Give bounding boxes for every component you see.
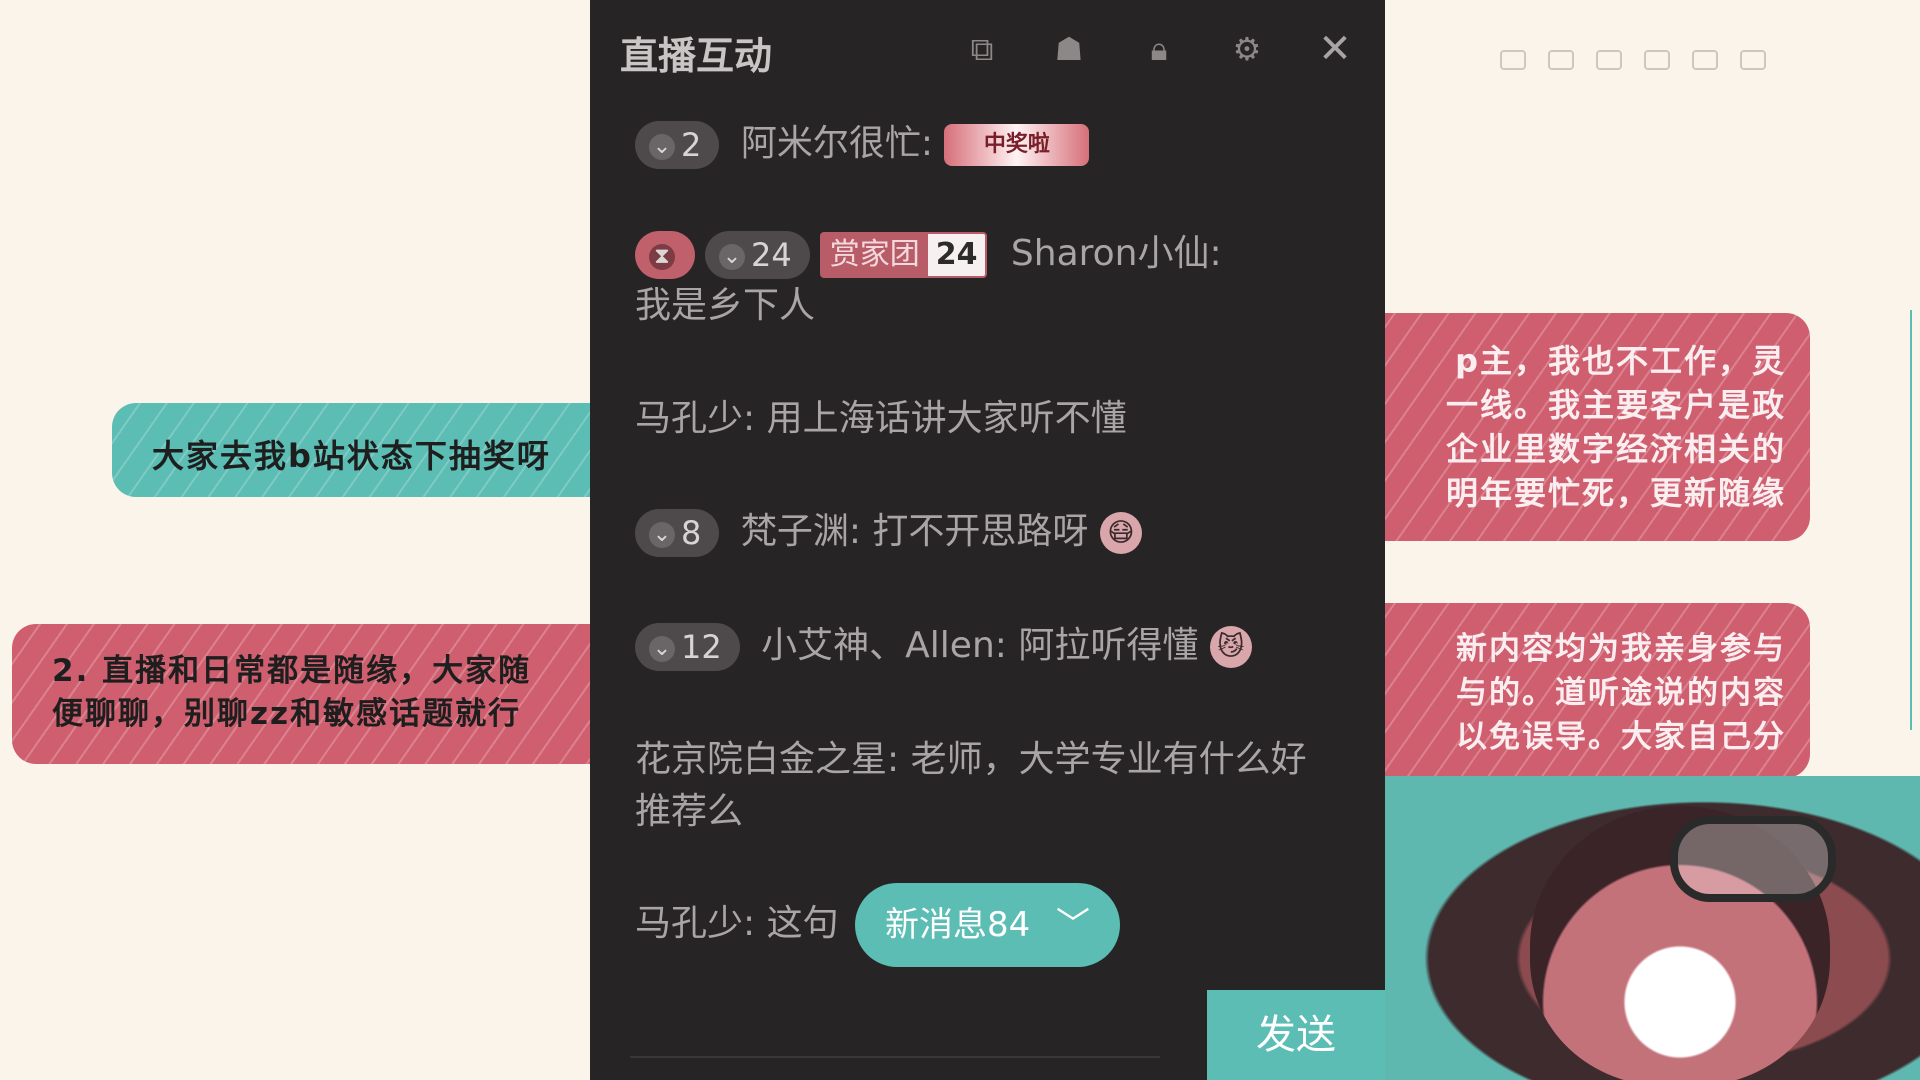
popout-icon[interactable]: ⧉ <box>965 32 999 66</box>
username[interactable]: 梵子渊: <box>741 511 861 552</box>
message-text: 我是乡下人 <box>635 285 816 326</box>
message-text: 打不开思路呀 <box>872 511 1089 552</box>
goggles-shape <box>1670 816 1836 902</box>
chevron-down-icon: ⌄ <box>649 134 675 160</box>
chevron-down-icon: ⌄ <box>649 636 675 662</box>
send-button[interactable]: 发送 <box>1207 990 1385 1080</box>
note-text: 2. 直播和日常都是随缘，大家随 <box>52 653 532 689</box>
settings-icon[interactable]: ⚙ <box>1230 32 1264 66</box>
chat-title: 直播互动 <box>620 34 773 78</box>
note-text: 明年要忙死，更新随缘 <box>1445 474 1786 512</box>
faint-icon <box>1740 50 1766 70</box>
username[interactable]: 花京院白金之星: <box>635 739 899 780</box>
message-text: 阿拉听得懂 <box>1018 625 1199 666</box>
faint-toolbar <box>1500 40 1880 80</box>
new-messages-label: 新消息84 <box>885 905 1031 945</box>
chat-message: ⌄ 8 梵子渊: 打不开思路呀 😷 <box>635 506 1142 558</box>
chat-message: ⧗ ⌄ 24 赏家团 24 Sharon小仙: 我是乡下人 <box>635 228 1335 332</box>
note-text: p主，我也不工作，灵 <box>1455 342 1786 380</box>
note-lottery: 大家去我b站状态下抽奖呀 <box>112 403 632 497</box>
user-level-badge: ⌄ 8 <box>635 509 720 557</box>
cat-face-emoji-icon: 😼 <box>1209 626 1252 668</box>
fan-club-level: 24 <box>927 234 986 276</box>
note-text: 一线。我主要客户是政 <box>1445 386 1786 424</box>
faint-icon <box>1692 50 1718 70</box>
user-level-badge: ⌄ 2 <box>635 121 720 169</box>
level-value: 2 <box>681 126 702 164</box>
chat-message: ⌄ 12 小艾神、Allen: 阿拉听得懂 😼 <box>635 620 1252 672</box>
note-content: 新内容均为我亲身参与 与的。道听途说的内容 以免误导。大家自己分 <box>1340 603 1810 778</box>
user-level-badge: ⌄ 12 <box>635 623 740 671</box>
message-text: 这句 <box>766 903 839 944</box>
chat-message: ⌄ 2 阿米尔很忙: 中奖啦 <box>635 118 1090 170</box>
level-value: 8 <box>681 514 702 552</box>
faint-icon <box>1500 50 1526 70</box>
hourglass-medal-icon: ⧗ <box>649 244 675 270</box>
username[interactable]: 马孔少: <box>635 903 755 944</box>
chat-message: 马孔少: 用上海话讲大家听不懂 <box>635 393 1127 445</box>
fan-club-name: 赏家团 <box>829 237 920 272</box>
username[interactable]: 小艾神、Allen: <box>761 625 1007 666</box>
level-value: 12 <box>681 628 722 666</box>
lock-icon[interactable]: 🔒︎ <box>1142 32 1176 66</box>
note-text: 企业里数字经济相关的 <box>1445 430 1786 468</box>
note-rules: 2. 直播和日常都是随缘，大家随 便聊聊，别聊zz和敏感话题就行 <box>12 624 632 764</box>
note-text: 新内容均为我亲身参与 <box>1456 631 1786 667</box>
skin-icon[interactable]: ☗ <box>1052 32 1086 66</box>
faint-icon <box>1548 50 1574 70</box>
note-text: 与的。道听途说的内容 <box>1456 675 1786 711</box>
chat-message: 马孔少: 这句 <box>635 898 839 950</box>
chat-input[interactable] <box>630 1016 1160 1058</box>
medal-badge: ⧗ <box>635 231 695 279</box>
sticker-image: 中奖啦 <box>944 124 1090 166</box>
masked-face-emoji-icon: 😷 <box>1099 512 1142 554</box>
live-chat-panel: 直播互动 ⧉ ☗ 🔒︎ ⚙ ✕ ⌄ 2 阿米尔很忙: 中奖啦 ⧗ ⌄ 24 赏家团 24 … <box>590 0 1385 1080</box>
level-value: 24 <box>751 236 792 274</box>
chat-message: 花京院白金之星: 老师，大学专业有什么好推荐么 <box>635 734 1335 838</box>
chevron-down-icon: ⌄ <box>649 522 675 548</box>
new-messages-button[interactable]: 新消息84 ﹀ <box>855 883 1120 967</box>
username[interactable]: 阿米尔很忙: <box>741 123 933 164</box>
faint-icon <box>1644 50 1670 70</box>
chevron-down-icon: ⌄ <box>719 244 745 270</box>
note-text: 大家去我b站状态下抽奖呀 <box>152 437 551 475</box>
message-text: 用上海话讲大家听不懂 <box>766 398 1127 439</box>
username[interactable]: Sharon小仙: <box>1011 233 1222 274</box>
note-about: p主，我也不工作，灵 一线。我主要客户是政 企业里数字经济相关的 明年要忙死，更… <box>1340 313 1810 541</box>
username[interactable]: 马孔少: <box>635 398 755 439</box>
divider <box>1910 310 1912 730</box>
chat-header: 直播互动 ⧉ ☗ 🔒︎ ⚙ ✕ <box>590 0 1385 100</box>
close-icon[interactable]: ✕ <box>1318 29 1352 69</box>
chevron-down-icon: ﹀ <box>1056 905 1090 945</box>
faint-icon <box>1596 50 1622 70</box>
streamer-avatar <box>1380 776 1920 1080</box>
note-text: 以免误导。大家自己分 <box>1456 719 1786 755</box>
note-text: 便聊聊，别聊zz和敏感话题就行 <box>52 696 522 732</box>
user-level-badge: ⌄ 24 <box>705 231 810 279</box>
fan-club-badge: 赏家团 24 <box>819 232 988 278</box>
